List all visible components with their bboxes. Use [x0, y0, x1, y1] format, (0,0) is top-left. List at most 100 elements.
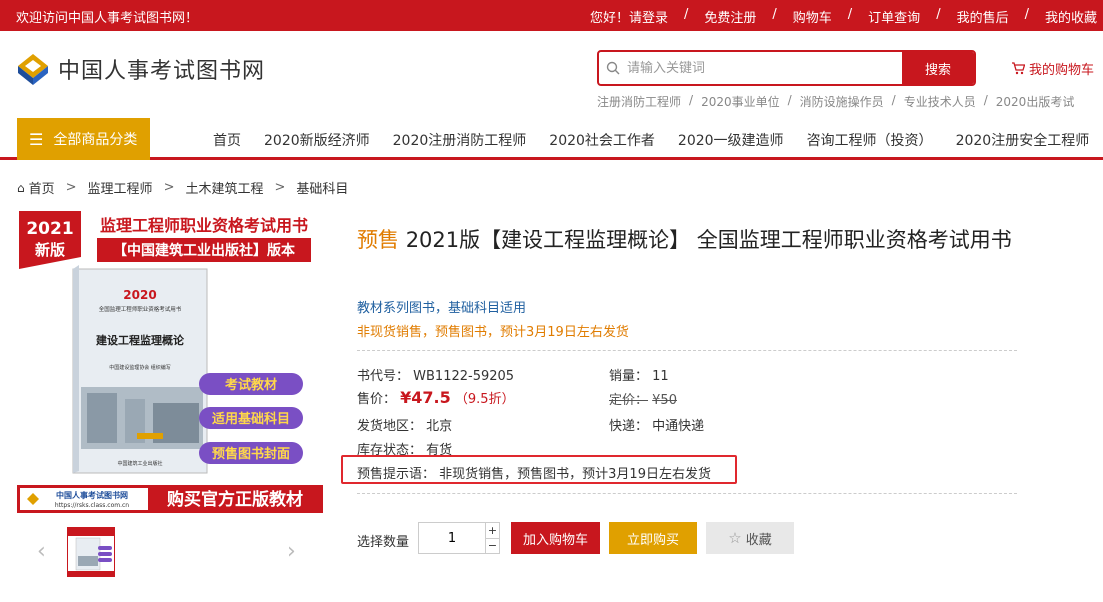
svg-text:购买官方正版教材: 购买官方正版教材 [167, 489, 303, 510]
hotword-link[interactable]: 2020出版考试 [996, 93, 1075, 110]
quantity-minus-button[interactable]: − [486, 539, 499, 554]
hotword-link[interactable]: 专业技术人员 [904, 93, 976, 110]
quantity-label: 选择数量 [357, 535, 410, 550]
cover-tag-exam: 考试教材 [199, 373, 303, 395]
after-sales-link[interactable]: 我的售后 [957, 7, 1009, 26]
breadcrumb: ⌂ 首页 > 监理工程师 > 土木建筑工程 > 基础科目 [17, 178, 348, 197]
nav-item-fire-engineer[interactable]: 2020注册消防工程师 [393, 130, 527, 150]
favorites-link[interactable]: 我的收藏 [1045, 7, 1097, 26]
all-categories-label: 全部商品分类 [53, 132, 138, 148]
thumb-next-icon[interactable]: › [287, 539, 296, 564]
sales-value: 11 [652, 369, 669, 384]
main-nav: ☰ 全部商品分类 首页 2020新版经济师 2020注册消防工程师 2020社会… [0, 116, 1103, 160]
book-code-label: 书代号： [357, 369, 410, 384]
separator: / [787, 93, 792, 107]
order-query-link[interactable]: 订单查询 [868, 7, 920, 26]
sales-label: 销量： [609, 369, 649, 384]
book-code-row: 书代号： WB1122-59205 [357, 365, 514, 384]
thumbnail-strip: ‹ › [17, 527, 323, 579]
cart-icon [1012, 62, 1025, 75]
separator: / [891, 93, 896, 107]
search-input[interactable] [627, 52, 902, 84]
search-icon [599, 52, 627, 84]
year-badge-text: 2021 [26, 219, 73, 239]
express-row: 快递： 中通快递 [609, 415, 704, 434]
separator: / [983, 93, 988, 107]
separator: / [689, 93, 694, 107]
separator: > [274, 180, 286, 195]
book-editor: 中国建设监理协会 组织编写 [109, 364, 171, 371]
book-year: 2020 [123, 288, 156, 302]
star-icon: ☆ [728, 530, 742, 547]
buy-now-button[interactable]: 立即购买 [609, 522, 697, 554]
svg-text:中国人事考试图书网: 中国人事考试图书网 [56, 490, 128, 500]
welcome-text: 欢迎访问中国人事考试图书网！ [16, 11, 199, 26]
year-badge-sub: 新版 [35, 241, 65, 259]
search-bar: 搜索 [597, 50, 976, 86]
home-icon: ⌂ [17, 180, 25, 195]
hotword-link[interactable]: 消防设施操作员 [800, 93, 884, 110]
cover-banner: 中国人事考试图书网 https://rsks.class.com.cn 购买官方… [17, 485, 323, 513]
menu-icon: ☰ [29, 129, 44, 149]
presale-notice: 非现货销售，预售图书，预计3月19日左右发货 [357, 325, 629, 340]
separator: / [683, 7, 689, 22]
nav-item-home[interactable]: 首页 [213, 130, 241, 150]
hot-keywords: 注册消防工程师 / 2020事业单位 / 消防设施操作员 / 专业技术人员 / … [597, 93, 1074, 110]
separator: > [163, 180, 175, 195]
separator: / [772, 7, 777, 22]
login-link[interactable]: 您好！请登录 [590, 7, 668, 26]
nav-item-safety-engineer[interactable]: 2020注册安全工程师 [956, 130, 1090, 150]
book-series: 全国监理工程师职业资格考试用书 [99, 305, 182, 313]
add-to-cart-button[interactable]: 加入购物车 [511, 522, 600, 554]
nav-item-constructor[interactable]: 2020一级建造师 [678, 130, 784, 150]
site-logo[interactable]: 中国人事考试图书网 [16, 52, 265, 86]
nav-links: 首页 2020新版经济师 2020注册消防工程师 2020社会工作者 2020一… [213, 130, 1089, 150]
book-image: 2020 全国监理工程师职业资格考试用书 建设工程监理概论 中国建设监理协会 组… [72, 265, 208, 474]
sales-row: 销量： 11 [609, 365, 669, 384]
breadcrumb-item[interactable]: 土木建筑工程 [185, 178, 263, 197]
my-cart-link[interactable]: 我的购物车 [1011, 59, 1094, 78]
divider [357, 350, 1017, 351]
presale-tag: 预售 [357, 228, 399, 252]
ship-from-row: 发货地区： 北京 [357, 415, 452, 434]
price-label: 售价： [357, 392, 397, 407]
breadcrumb-item[interactable]: 基础科目 [296, 178, 348, 197]
register-link[interactable]: 免费注册 [704, 7, 756, 26]
svg-text:考试教材: 考试教材 [225, 377, 277, 393]
presale-hint-label: 预售提示语： [357, 467, 436, 482]
product-title: 预售 2021版【建设工程监理概论】 全国监理工程师职业资格考试用书 [357, 225, 1017, 255]
nav-item-social-worker[interactable]: 2020社会工作者 [549, 130, 655, 150]
hotword-link[interactable]: 注册消防工程师 [597, 93, 681, 110]
separator: / [847, 7, 853, 22]
hotword-link[interactable]: 2020事业单位 [701, 93, 780, 110]
list-price-row: 定价： ¥50 [609, 389, 677, 408]
presale-hint-value: 非现货销售，预售图书，预计3月19日左右发货 [439, 467, 711, 482]
product-subtitle: 教材系列图书，基础科目适用 [357, 301, 527, 316]
express-label: 快递： [609, 419, 649, 434]
ship-from-label: 发货地区： [357, 419, 423, 434]
presale-hint-row: 预售提示语： 非现货销售，预售图书，预计3月19日左右发货 [357, 463, 711, 482]
discount-value: （9.5折） [454, 392, 515, 407]
svg-text:适用基础科目: 适用基础科目 [212, 411, 290, 427]
top-links: 您好！请登录 / 免费注册 / 购物车 / 订单查询 / 我的售后 / 我的收藏 [590, 7, 1097, 26]
ship-from-value: 北京 [426, 419, 453, 434]
favorite-label: 收藏 [745, 531, 772, 547]
favorite-button[interactable]: ☆ 收藏 [706, 522, 794, 554]
quantity-plus-button[interactable]: + [486, 523, 499, 539]
top-bar: 欢迎访问中国人事考试图书网！ 您好！请登录 / 免费注册 / 购物车 / 订单查… [0, 0, 1103, 31]
search-button[interactable]: 搜索 [902, 52, 974, 84]
separator: / [1024, 7, 1029, 22]
breadcrumb-item[interactable]: 首页 [29, 178, 55, 197]
cart-link[interactable]: 购物车 [793, 7, 832, 26]
thumbnail-image[interactable] [67, 527, 115, 577]
nav-item-consulting-engineer[interactable]: 咨询工程师（投资） [807, 130, 933, 150]
nav-item-economist[interactable]: 2020新版经济师 [264, 130, 370, 150]
product-cover-image: 2021 新版 监理工程师职业资格考试用书 【中国建筑工业出版社】版本 2020… [17, 207, 323, 513]
express-value: 中通快递 [652, 419, 705, 434]
breadcrumb-item[interactable]: 监理工程师 [88, 178, 153, 197]
quantity-input[interactable] [419, 523, 485, 553]
svg-text:预售图书封面: 预售图书封面 [212, 446, 290, 462]
thumb-prev-icon[interactable]: ‹ [37, 539, 46, 564]
quantity-stepper: + − [418, 522, 500, 554]
all-categories-button[interactable]: ☰ 全部商品分类 [17, 118, 150, 160]
